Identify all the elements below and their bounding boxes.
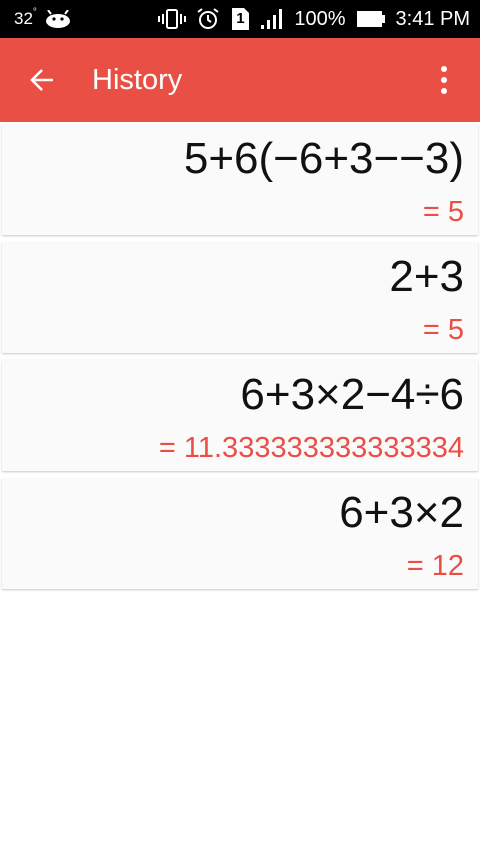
page-title: History bbox=[92, 63, 183, 96]
history-item[interactable]: 6+3×2 = 12 bbox=[2, 478, 478, 589]
history-expression: 6+3×2−4÷6 bbox=[240, 370, 464, 419]
history-item[interactable]: 6+3×2−4÷6 = 11.333333333333334 bbox=[2, 360, 478, 471]
history-item[interactable]: 2+3 = 5 bbox=[2, 242, 478, 353]
history-result: = 12 bbox=[406, 550, 464, 582]
app-bar: History bbox=[0, 38, 480, 122]
history-result: = 11.333333333333334 bbox=[158, 432, 464, 464]
more-options-button[interactable] bbox=[426, 58, 462, 102]
battery-percent: 100% bbox=[294, 7, 346, 30]
history-list: 5+6(−6+3−−3) = 5 2+3 = 5 6+3×2−4÷6 = 11.… bbox=[2, 124, 478, 596]
more-vert-icon bbox=[441, 66, 447, 72]
vibrate-icon bbox=[158, 8, 187, 30]
signal-icon bbox=[260, 8, 284, 30]
temperature-indicator: 32° bbox=[14, 7, 37, 28]
history-item[interactable]: 5+6(−6+3−−3) = 5 bbox=[2, 124, 478, 235]
history-expression: 6+3×2 bbox=[339, 488, 464, 537]
sim-label: 1 bbox=[236, 10, 245, 27]
battery-icon bbox=[356, 9, 386, 29]
history-result: = 5 bbox=[422, 196, 464, 228]
sim-icon: 1 bbox=[230, 7, 250, 31]
back-arrow-icon bbox=[28, 66, 56, 94]
alarm-icon bbox=[196, 7, 220, 31]
android-icon bbox=[45, 10, 71, 28]
history-result: = 5 bbox=[422, 314, 464, 346]
status-bar: 32° 1 100% 3:41 PM bbox=[0, 0, 480, 38]
back-button[interactable] bbox=[0, 38, 84, 122]
clock: 3:41 PM bbox=[395, 7, 470, 30]
history-expression: 5+6(−6+3−−3) bbox=[183, 134, 464, 183]
history-expression: 2+3 bbox=[389, 252, 464, 301]
